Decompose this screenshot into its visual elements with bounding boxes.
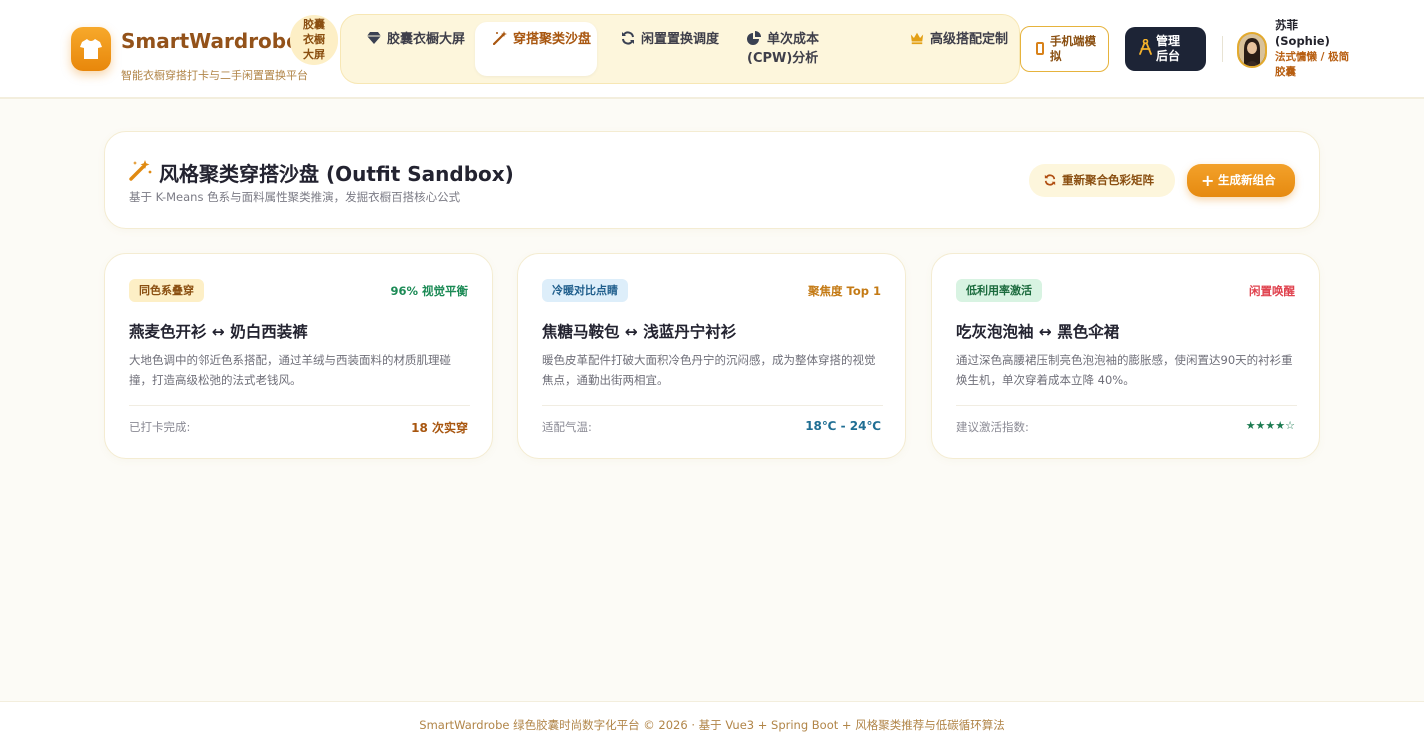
- admin-console-button[interactable]: 管理后台: [1125, 27, 1206, 71]
- outfit-card-3[interactable]: 低利用率激活 闲置唤醒 吃灰泡泡袖 ↔ 黑色伞裙 通过深色高腰裙压制亮色泡泡袖的…: [931, 253, 1320, 459]
- smartphone-icon: [1036, 42, 1044, 55]
- magic-wand-icon: [493, 31, 507, 45]
- nav-label: 闲置置换调度: [641, 32, 720, 47]
- admin-console-label: 管理后台: [1156, 34, 1181, 63]
- card-title: 燕麦色开衫 ↔ 奶白西装裤: [129, 323, 308, 341]
- nav-label: 穿搭聚类沙盘: [513, 32, 592, 47]
- card-title: 焦糖马鞍包 ↔ 浅蓝丹宁衬衫: [542, 323, 737, 341]
- nav-item-premium-styling[interactable]: 高级搭配定制: [910, 22, 1010, 76]
- card-description: 大地色调中的邻近色系搭配，通过羊绒与西装面料的材质肌理碰撞，打造高级松弛的法式老…: [129, 353, 451, 387]
- header-divider: [1222, 36, 1223, 62]
- card-divider: [542, 405, 883, 406]
- card-metric: 闲置唤醒: [1249, 284, 1295, 298]
- plus-icon: +: [1201, 171, 1215, 190]
- outfit-card-1[interactable]: 同色系叠穿 96% 视觉平衡 燕麦色开衫 ↔ 奶白西装裤 大地色调中的邻近色系搭…: [104, 253, 493, 459]
- card-metric: 聚焦度 Top 1: [808, 284, 881, 298]
- card-metric: 96% 视觉平衡: [390, 284, 468, 298]
- gem-icon: [367, 32, 381, 44]
- card-footer-label: 建议激活指数:: [956, 420, 1029, 434]
- recluster-color-matrix-button[interactable]: 重新聚合色彩矩阵: [1029, 164, 1175, 197]
- style-tag: 低利用率激活: [956, 279, 1042, 302]
- style-tag: 冷暖对比点睛: [542, 279, 628, 302]
- pie-chart-icon: [747, 31, 761, 45]
- card-description: 通过深色高腰裙压制亮色泡泡袖的膨胀感，使闲置达90天的衬衫重焕生机，单次穿着成本…: [956, 353, 1293, 387]
- brand-subtitle: 智能衣橱穿搭打卡与二手闲置置换平台: [121, 69, 308, 82]
- refresh-icon: [622, 31, 634, 45]
- card-title: 吃灰泡泡袖 ↔ 黑色伞裙: [956, 323, 1120, 341]
- page-footer: SmartWardrobe 绿色胶囊时尚数字化平台 © 2026 · 基于 Vu…: [0, 701, 1424, 749]
- compass-tool-icon: [1139, 39, 1152, 55]
- nav-item-cpw-analysis[interactable]: 单次成本 (CPW)分析: [747, 22, 859, 76]
- card-divider: [129, 405, 470, 406]
- sandbox-header-card: 风格聚类穿搭沙盘 (Outfit Sandbox) 基于 K-Means 色系与…: [104, 131, 1320, 229]
- refresh-icon: [1044, 174, 1056, 186]
- card-footer-value: 18℃ - 24℃: [805, 419, 881, 433]
- mobile-simulate-label: 手机端模拟: [1050, 34, 1096, 63]
- star-rating: ★★★★☆: [1245, 419, 1295, 432]
- style-tag: 同色系叠穿: [129, 279, 204, 302]
- user-role: 法式慵懒 / 极简胶囊: [1275, 51, 1350, 78]
- main-nav: 胶囊衣橱大屏 穿搭聚类沙盘 闲置置换调度 单次成本 (CPW)分析 高级搭配定制: [340, 14, 1020, 84]
- brand-name[interactable]: SmartWardrobe: [121, 29, 300, 53]
- card-footer-value: 18 次实穿: [411, 421, 468, 435]
- generate-label: 生成新组合: [1218, 173, 1276, 187]
- page-title: 风格聚类穿搭沙盘 (Outfit Sandbox): [159, 162, 514, 186]
- footer-text: SmartWardrobe 绿色胶囊时尚数字化平台 © 2026 · 基于 Vu…: [419, 718, 1005, 732]
- nav-label: 高级搭配定制: [930, 32, 1009, 47]
- outfit-card-2[interactable]: 冷暖对比点睛 聚焦度 Top 1 焦糖马鞍包 ↔ 浅蓝丹宁衬衫 暖色皮革配件打破…: [517, 253, 906, 459]
- user-name: 苏菲 (Sophie): [1275, 18, 1330, 48]
- nav-item-idle-exchange[interactable]: 闲置置换调度: [621, 22, 721, 76]
- tshirt-logo-icon[interactable]: [71, 27, 111, 71]
- generate-new-combo-button[interactable]: + 生成新组合: [1187, 164, 1295, 197]
- recluster-label: 重新聚合色彩矩阵: [1062, 173, 1154, 187]
- nav-item-outfit-sandbox[interactable]: 穿搭聚类沙盘: [475, 22, 597, 76]
- top-header: SmartWardrobe 智能衣橱穿搭打卡与二手闲置置换平台 胶囊衣橱大屏 胶…: [0, 0, 1424, 99]
- card-footer-label: 已打卡完成:: [129, 420, 191, 434]
- card-divider: [956, 405, 1297, 406]
- crown-icon: [910, 32, 924, 45]
- nav-item-capsule-dashboard[interactable]: 胶囊衣橱大屏: [367, 22, 477, 76]
- user-avatar[interactable]: [1237, 32, 1267, 68]
- brand-badge: 胶囊衣橱大屏: [290, 15, 338, 65]
- nav-label: 胶囊衣橱大屏: [387, 32, 466, 47]
- mobile-simulate-button[interactable]: 手机端模拟: [1020, 26, 1109, 72]
- card-footer-label: 适配气温:: [542, 420, 592, 434]
- magic-wand-icon: [129, 160, 152, 181]
- brand-badge-text: 胶囊衣橱大屏: [303, 18, 325, 61]
- page-subtitle: 基于 K-Means 色系与面料属性聚类推演，发掘衣橱百搭核心公式: [129, 190, 461, 204]
- card-description: 暖色皮革配件打破大面积冷色丹宁的沉闷感，成为整体穿搭的视觉焦点，通勤出街两相宜。: [542, 353, 876, 387]
